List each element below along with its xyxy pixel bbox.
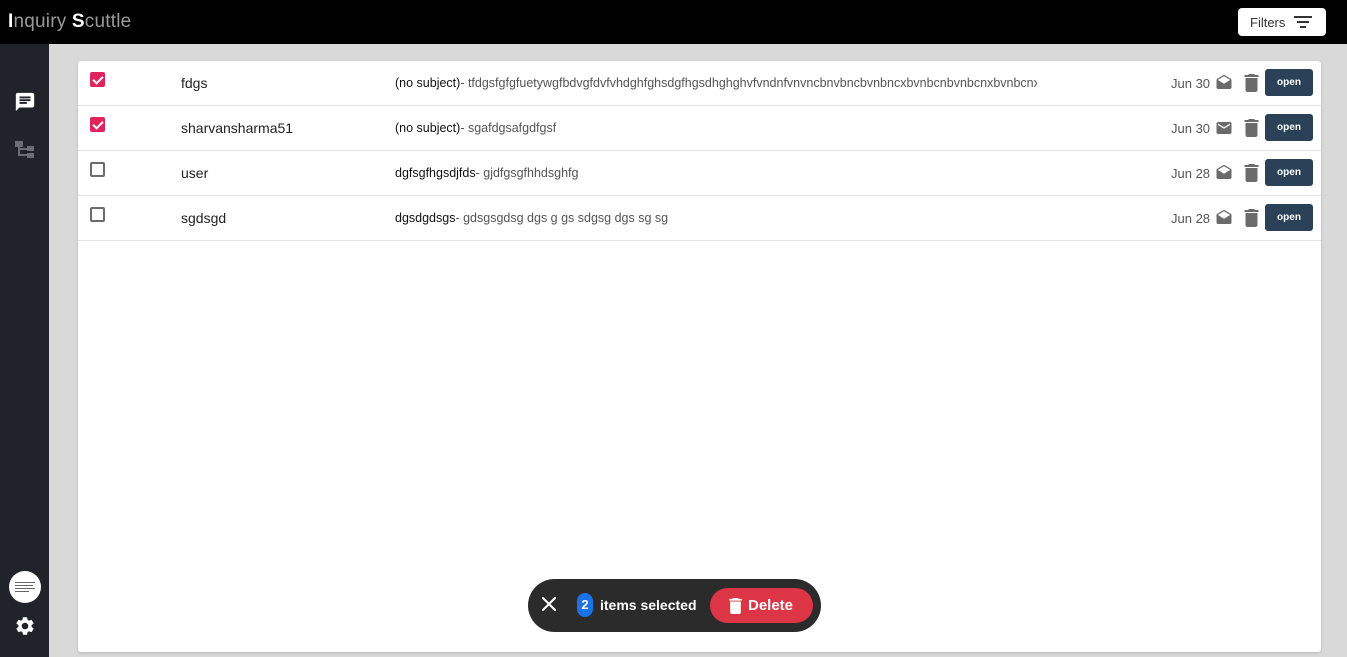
sidebar-item-hierarchy[interactable] [14, 138, 36, 160]
message-date: Jun 28 [1171, 166, 1211, 181]
envelope-open-icon[interactable] [1215, 209, 1233, 227]
close-icon[interactable] [542, 597, 556, 611]
table-row[interactable]: sharvansharma51 (no subject)- sgafdgsafg… [78, 106, 1321, 151]
envelope-open-icon[interactable] [1215, 164, 1233, 182]
sidebar [0, 44, 49, 657]
row-checkbox[interactable] [90, 72, 105, 87]
message-preview: - tfdgsfgfgfuetywgfbdvgfdvfvhdghfghsdgfh… [460, 76, 1037, 90]
open-button[interactable]: open [1265, 69, 1313, 96]
settings-button[interactable] [14, 615, 36, 637]
table-row[interactable]: user dgfsgfhgsdjfds- gjdfgsgfhhdsghfg Ju… [78, 151, 1321, 196]
open-button[interactable]: open [1265, 204, 1313, 231]
hierarchy-icon [15, 141, 34, 158]
app-logo[interactable]: Inquiry Scuttle [8, 11, 131, 33]
envelope-closed-icon[interactable] [1215, 119, 1233, 137]
trash-icon[interactable] [1244, 164, 1259, 182]
trash-icon [729, 597, 742, 614]
delete-selected-button[interactable]: Delete [710, 588, 813, 623]
message-preview: - gdsgsgdsg dgs g gs sdgsg dgs sg sg [455, 211, 669, 225]
top-bar: Inquiry Scuttle Filters [0, 0, 1347, 44]
logo-text-cuttle: cuttle [84, 11, 132, 32]
row-checkbox[interactable] [90, 117, 105, 132]
row-checkbox[interactable] [90, 207, 105, 222]
filters-button[interactable]: Filters [1238, 8, 1326, 36]
delete-label: Delete [748, 597, 794, 614]
sidebar-item-chat[interactable] [14, 91, 36, 113]
message-subject: dgfsgfhgsdjfds [395, 166, 476, 180]
open-button[interactable]: open [1265, 159, 1313, 186]
message-date: Jun 30 [1171, 76, 1211, 91]
message-subject: (no subject) [395, 121, 461, 135]
trash-icon[interactable] [1244, 74, 1259, 92]
chat-icon [15, 92, 35, 112]
message-date: Jun 28 [1171, 211, 1211, 226]
envelope-open-icon[interactable] [1215, 74, 1233, 92]
message-preview: - gjdfgsgfhhdsghfg [475, 166, 579, 180]
filter-lines-icon [1294, 16, 1312, 28]
message-preview: - sgafdgsafgdfgsf [460, 121, 557, 135]
selection-bar: 2 items selected Delete [528, 579, 821, 632]
message-subject: dgsdgdsgs [395, 211, 456, 225]
filters-label: Filters [1250, 14, 1286, 30]
sender-name: user [181, 165, 209, 181]
gear-icon [16, 617, 34, 635]
row-checkbox[interactable] [90, 162, 105, 177]
trash-icon[interactable] [1244, 119, 1259, 137]
sender-name: fdgs [181, 75, 208, 91]
selected-count-badge: 2 [577, 593, 593, 617]
table-row[interactable]: sgdsgd dgsdgdsgs- gdsgsgdsg dgs g gs sdg… [78, 196, 1321, 241]
selected-label: items selected [600, 597, 697, 613]
trash-icon[interactable] [1244, 209, 1259, 227]
message-snippet: (no subject)- sgafdgsafgdfgsf [395, 121, 1037, 135]
message-subject: (no subject) [395, 76, 461, 90]
avatar[interactable] [9, 571, 41, 603]
message-snippet: dgsdgdsgs- gdsgsgdsg dgs g gs sdgsg dgs … [395, 211, 1037, 225]
table-row[interactable]: fdgs (no subject)- tfdgsfgfgfuetywgfbdvg… [78, 61, 1321, 106]
message-snippet: dgfsgfhgsdjfds- gjdfgsgfhhdsghfg [395, 166, 1037, 180]
open-button[interactable]: open [1265, 114, 1313, 141]
logo-text-nquiry: nquiry [13, 11, 72, 32]
message-date: Jun 30 [1171, 121, 1211, 136]
sender-name: sharvansharma51 [181, 120, 294, 136]
message-list: fdgs (no subject)- tfdgsfgfgfuetywgfbdvg… [78, 61, 1321, 652]
sender-name: sgdsgd [181, 210, 227, 226]
message-snippet: (no subject)- tfdgsfgfgfuetywgfbdvgfdvfv… [395, 76, 1037, 90]
logo-initial-s: S [71, 11, 85, 32]
